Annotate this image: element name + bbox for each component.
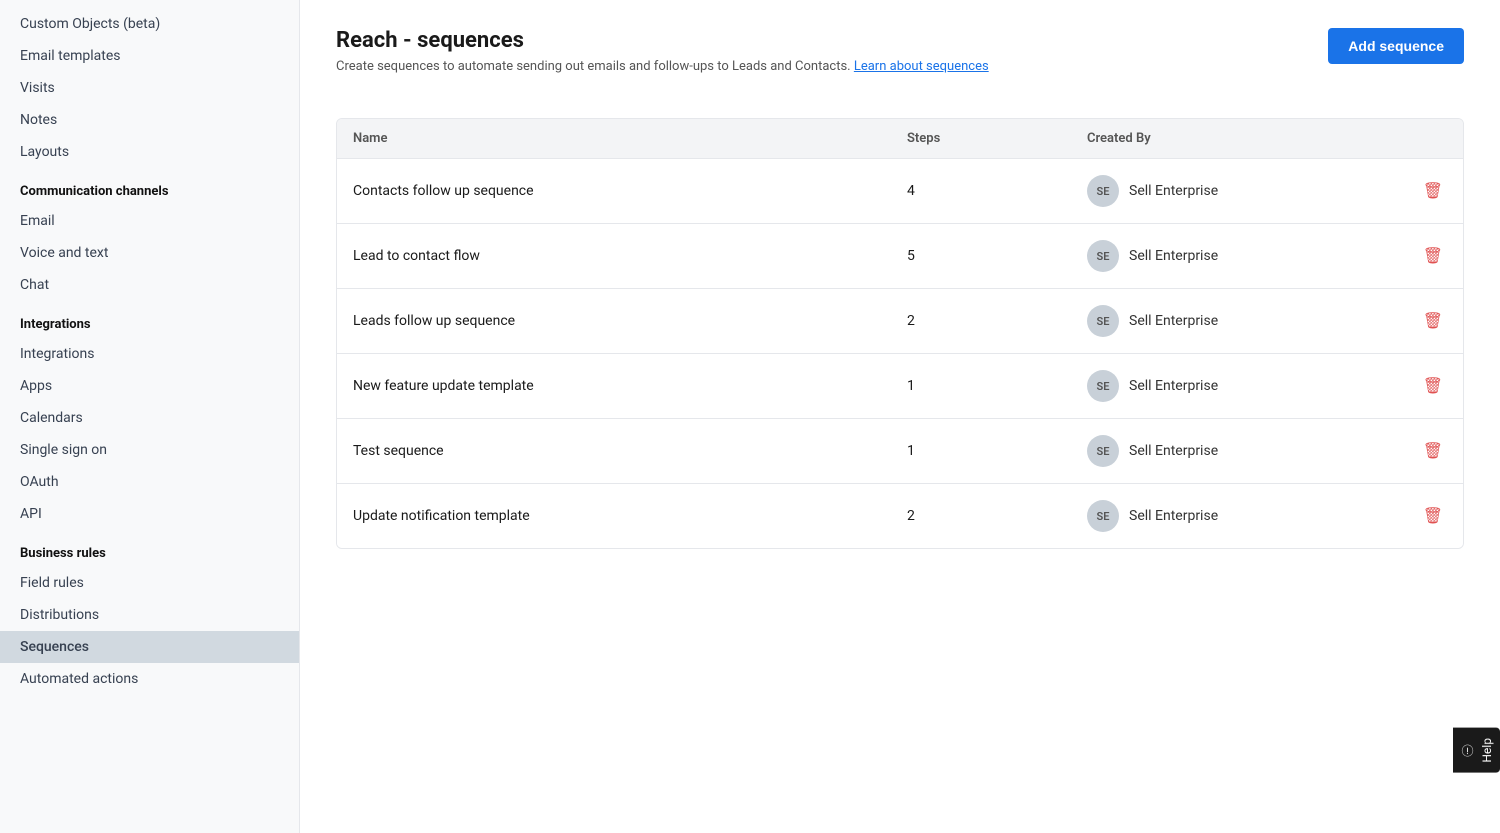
row-name[interactable]: New feature update template <box>353 378 907 394</box>
row-created-by: SE Sell Enterprise <box>1087 435 1387 467</box>
sidebar-item-email-templates[interactable]: Email templates <box>0 40 299 72</box>
help-label: Help <box>1480 738 1494 763</box>
col-header-created-by: Created By <box>1087 131 1387 146</box>
row-steps: 4 <box>907 183 1087 199</box>
row-actions: 🗑 <box>1387 372 1447 400</box>
sequences-table: Name Steps Created By Contacts follow up… <box>336 118 1464 549</box>
sidebar-section-business-rules: Business rules <box>0 530 299 567</box>
avatar: SE <box>1087 175 1119 207</box>
page-description-text: Create sequences to automate sending out… <box>336 59 851 74</box>
row-created-by: SE Sell Enterprise <box>1087 370 1387 402</box>
row-name[interactable]: Update notification template <box>353 508 907 524</box>
delete-button[interactable]: 🗑 <box>1419 307 1447 335</box>
col-header-name: Name <box>353 131 907 146</box>
table-row: New feature update template 1 SE Sell En… <box>337 354 1463 419</box>
row-created-by: SE Sell Enterprise <box>1087 305 1387 337</box>
avatar: SE <box>1087 305 1119 337</box>
sidebar-item-voice-and-text[interactable]: Voice and text <box>0 237 299 269</box>
table-header: Name Steps Created By <box>337 119 1463 159</box>
row-actions: 🗑 <box>1387 437 1447 465</box>
page-header: Reach - sequences Create sequences to au… <box>336 28 1464 98</box>
sidebar-section-communication-channels: Communication channels <box>0 168 299 205</box>
sidebar-item-layouts[interactable]: Layouts <box>0 136 299 168</box>
sidebar-item-single-sign-on[interactable]: Single sign on <box>0 434 299 466</box>
row-created-by: SE Sell Enterprise <box>1087 500 1387 532</box>
row-created-by: SE Sell Enterprise <box>1087 175 1387 207</box>
table-row: Update notification template 2 SE Sell E… <box>337 484 1463 548</box>
delete-button[interactable]: 🗑 <box>1419 177 1447 205</box>
avatar: SE <box>1087 500 1119 532</box>
row-steps: 2 <box>907 508 1087 524</box>
created-by-name: Sell Enterprise <box>1129 248 1218 264</box>
table-row: Test sequence 1 SE Sell Enterprise 🗑 <box>337 419 1463 484</box>
created-by-name: Sell Enterprise <box>1129 378 1218 394</box>
delete-button[interactable]: 🗑 <box>1419 437 1447 465</box>
row-steps: 1 <box>907 443 1087 459</box>
col-header-steps: Steps <box>907 131 1087 146</box>
row-name[interactable]: Lead to contact flow <box>353 248 907 264</box>
help-button[interactable]: ⓘ Help <box>1453 728 1500 773</box>
sidebar-item-integrations[interactable]: Integrations <box>0 338 299 370</box>
row-actions: 🗑 <box>1387 307 1447 335</box>
created-by-name: Sell Enterprise <box>1129 443 1218 459</box>
created-by-name: Sell Enterprise <box>1129 313 1218 329</box>
table-row: Leads follow up sequence 2 SE Sell Enter… <box>337 289 1463 354</box>
col-header-actions <box>1387 131 1447 146</box>
page-title: Reach - sequences <box>336 28 989 53</box>
page-header-text: Reach - sequences Create sequences to au… <box>336 28 989 98</box>
sidebar-item-oauth[interactable]: OAuth <box>0 466 299 498</box>
avatar: SE <box>1087 435 1119 467</box>
avatar: SE <box>1087 370 1119 402</box>
delete-button[interactable]: 🗑 <box>1419 502 1447 530</box>
sidebar-item-chat[interactable]: Chat <box>0 269 299 301</box>
row-name[interactable]: Test sequence <box>353 443 907 459</box>
delete-button[interactable]: 🗑 <box>1419 242 1447 270</box>
row-name[interactable]: Leads follow up sequence <box>353 313 907 329</box>
table-row: Lead to contact flow 5 SE Sell Enterpris… <box>337 224 1463 289</box>
help-icon: ⓘ <box>1459 745 1476 757</box>
row-actions: 🗑 <box>1387 502 1447 530</box>
row-steps: 2 <box>907 313 1087 329</box>
sidebar-item-calendars[interactable]: Calendars <box>0 402 299 434</box>
learn-link[interactable]: Learn about sequences <box>854 59 989 74</box>
avatar: SE <box>1087 240 1119 272</box>
sidebar-item-sequences[interactable]: Sequences <box>0 631 299 663</box>
row-created-by: SE Sell Enterprise <box>1087 240 1387 272</box>
row-steps: 5 <box>907 248 1087 264</box>
sidebar-section-integrations: Integrations <box>0 301 299 338</box>
created-by-name: Sell Enterprise <box>1129 183 1218 199</box>
sidebar-item-distributions[interactable]: Distributions <box>0 599 299 631</box>
created-by-name: Sell Enterprise <box>1129 508 1218 524</box>
sidebar-item-email[interactable]: Email <box>0 205 299 237</box>
row-actions: 🗑 <box>1387 177 1447 205</box>
row-steps: 1 <box>907 378 1087 394</box>
table-row: Contacts follow up sequence 4 SE Sell En… <box>337 159 1463 224</box>
row-actions: 🗑 <box>1387 242 1447 270</box>
page-description: Create sequences to automate sending out… <box>336 59 989 74</box>
sidebar: Custom Objects (beta)Email templatesVisi… <box>0 0 300 833</box>
sidebar-item-apps[interactable]: Apps <box>0 370 299 402</box>
row-name[interactable]: Contacts follow up sequence <box>353 183 907 199</box>
main-content: Reach - sequences Create sequences to au… <box>300 0 1500 833</box>
sidebar-item-visits[interactable]: Visits <box>0 72 299 104</box>
sidebar-item-custom-objects[interactable]: Custom Objects (beta) <box>0 8 299 40</box>
add-sequence-button[interactable]: Add sequence <box>1328 28 1464 64</box>
sidebar-item-automated-actions[interactable]: Automated actions <box>0 663 299 695</box>
sidebar-item-field-rules[interactable]: Field rules <box>0 567 299 599</box>
delete-button[interactable]: 🗑 <box>1419 372 1447 400</box>
sidebar-item-api[interactable]: API <box>0 498 299 530</box>
sidebar-item-notes[interactable]: Notes <box>0 104 299 136</box>
